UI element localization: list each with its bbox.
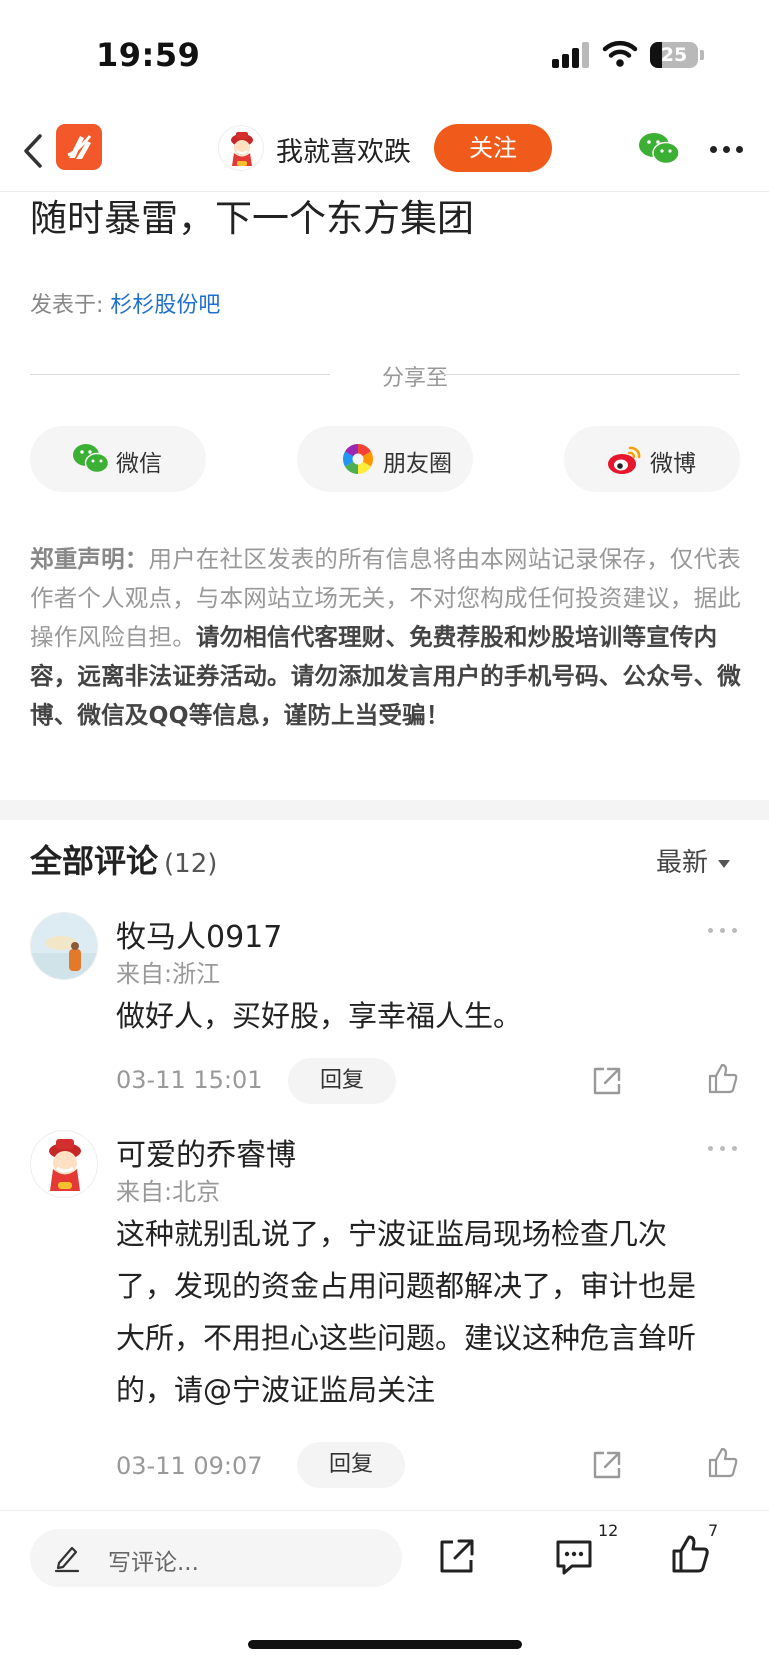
commenter-avatar[interactable] <box>30 912 98 980</box>
share-icon[interactable] <box>590 1448 624 1482</box>
follow-button[interactable]: 关注 <box>434 124 552 172</box>
comment-time: 03-11 15:01 <box>116 1066 263 1094</box>
article-title: 随时暴雷，下一个东方集团 <box>30 197 474 240</box>
moments-icon <box>342 444 374 474</box>
share-label: 分享至 <box>381 366 448 391</box>
like-icon[interactable] <box>706 1062 740 1096</box>
more-icon[interactable] <box>708 928 738 934</box>
weibo-icon <box>608 446 641 474</box>
author-avatar[interactable] <box>218 125 264 171</box>
battery-level: 25 <box>660 44 688 66</box>
nav-bar: 我就喜欢跌 关注 <box>0 110 769 192</box>
comment-input[interactable]: 写评论... <box>30 1529 402 1587</box>
reply-button[interactable]: 回复 <box>288 1058 396 1104</box>
sort-select[interactable]: 最新 <box>656 842 731 879</box>
commenter-name[interactable]: 可爱的乔睿博 <box>116 1130 296 1174</box>
posted-in-prefix: 发表于: <box>30 293 104 318</box>
like-count-badge: 7 <box>708 1521 719 1540</box>
back-icon[interactable] <box>18 128 48 174</box>
battery-icon: 25 <box>650 42 698 68</box>
share-icon[interactable] <box>590 1064 624 1098</box>
disclaimer-title: 郑重声明： <box>30 545 149 573</box>
comment-text: 这种就别乱说了，宁波证监局现场检查几次了，发现的资金占用问题都解决了，审计也是大… <box>116 1217 697 1407</box>
sort-label: 最新 <box>656 848 709 878</box>
posted-in: 发表于: 杉杉股份吧 <box>30 287 220 319</box>
commenter-location: 来自:北京 <box>116 1178 221 1206</box>
like-icon[interactable] <box>670 1533 710 1575</box>
status-bar: 19:59 25 <box>0 0 769 110</box>
commenter-avatar[interactable] <box>30 1130 98 1198</box>
disclaimer: 郑重声明：用户在社区发表的所有信息将由本网站记录保存，仅代表作者个人观点，与本网… <box>30 540 742 735</box>
comments-title: 全部评论 <box>30 842 159 880</box>
bar-link[interactable]: 杉杉股份吧 <box>110 293 220 318</box>
comments-count: (12) <box>164 849 218 879</box>
caret-down-icon <box>718 859 731 868</box>
comment-time: 03-11 09:07 <box>116 1452 263 1480</box>
wifi-icon <box>602 40 638 67</box>
more-icon[interactable] <box>710 146 744 154</box>
commenter-name[interactable]: 牧马人0917 <box>116 912 282 956</box>
pencil-icon <box>54 1546 80 1573</box>
comment-input-placeholder: 写评论... <box>108 1550 199 1576</box>
comments-header: 全部评论 (12) <box>30 836 217 882</box>
share-moments-button[interactable]: 朋友圈 <box>297 426 473 492</box>
like-icon[interactable] <box>706 1446 740 1480</box>
comment-text: 做好人，买好股，享幸福人生。 <box>116 999 523 1033</box>
status-time: 19:59 <box>96 36 201 74</box>
commenter-location: 来自:浙江 <box>116 960 221 988</box>
share-weibo-label: 微博 <box>650 451 696 477</box>
signal-icon <box>552 42 590 68</box>
share-icon[interactable] <box>438 1537 476 1575</box>
comment-count-badge: 12 <box>598 1521 619 1540</box>
author-name[interactable]: 我就喜欢跌 <box>276 130 411 169</box>
wechat-icon[interactable] <box>638 132 680 166</box>
more-icon[interactable] <box>708 1146 738 1152</box>
wechat-icon <box>73 444 110 474</box>
share-divider: 分享至 <box>30 360 740 391</box>
home-indicator <box>248 1640 522 1649</box>
share-wechat-button[interactable]: 微信 <box>30 426 206 492</box>
share-wechat-label: 微信 <box>116 451 162 477</box>
comment-icon[interactable] <box>554 1537 594 1577</box>
share-weibo-button[interactable]: 微博 <box>564 426 740 492</box>
section-divider <box>0 800 769 820</box>
app-logo[interactable] <box>56 124 102 170</box>
reply-button[interactable]: 回复 <box>297 1442 405 1488</box>
share-moments-label: 朋友圈 <box>383 451 452 477</box>
